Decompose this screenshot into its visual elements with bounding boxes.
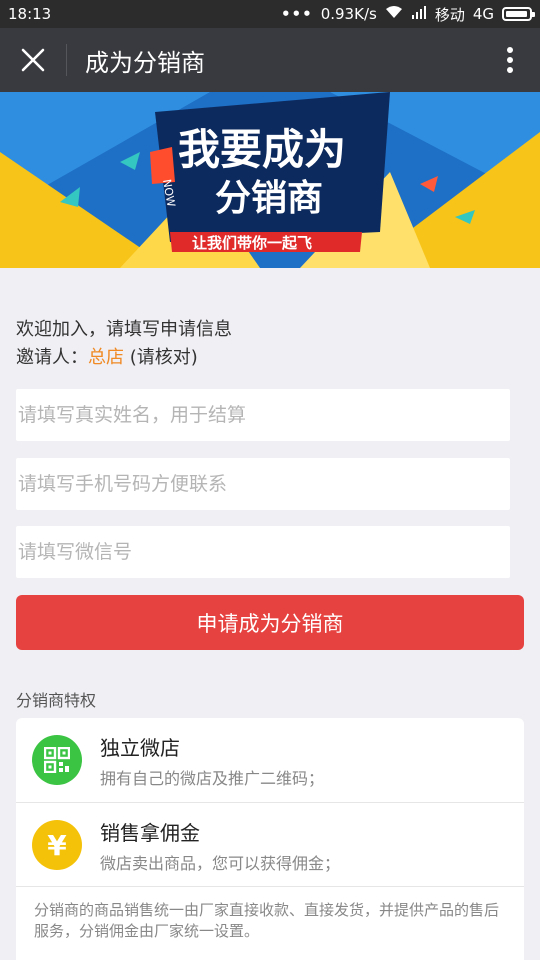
inviter-line: 邀请人：总店 (请核对) xyxy=(16,344,232,372)
qr-code-icon xyxy=(32,735,82,785)
wifi-icon xyxy=(385,5,403,23)
yen-icon: ¥ xyxy=(32,820,82,870)
inviter-name: 总店 xyxy=(88,347,124,368)
promo-banner: NOW 我要成为 分销商 让我们带你一起飞 xyxy=(0,92,540,268)
welcome-text: 欢迎加入，请填写申请信息 邀请人：总店 (请核对) xyxy=(16,316,232,372)
phone-field[interactable] xyxy=(16,458,510,510)
wechat-field[interactable] xyxy=(16,526,510,578)
name-field[interactable] xyxy=(16,389,510,441)
name-input[interactable] xyxy=(16,389,510,441)
page-title: 成为分销商 xyxy=(85,48,205,77)
close-icon xyxy=(21,48,45,72)
signal-icon xyxy=(411,5,427,23)
privilege-desc: 微店卖出商品，您可以获得佣金； xyxy=(100,853,341,873)
more-dots: ••• xyxy=(280,5,313,23)
banner-slogan: 让我们带你一起飞 xyxy=(192,234,312,252)
privileges-note: 分销商的商品销售统一由厂家直接收款、直接发货，并提供产品的售后服务，分销佣金由厂… xyxy=(34,901,500,940)
close-button[interactable] xyxy=(0,28,66,92)
privileges-title: 分销商特权 xyxy=(16,691,97,710)
more-vertical-icon xyxy=(507,47,513,73)
privilege-item-commission: ¥ 销售拿佣金 微店卖出商品，您可以获得佣金； xyxy=(16,803,524,887)
privilege-desc: 拥有自己的微店及推广二维码； xyxy=(100,768,325,788)
battery-icon xyxy=(502,7,535,21)
network-speed: 0.93K/s xyxy=(320,5,377,23)
banner-headline-2: 分销商 xyxy=(215,178,323,219)
privileges-card: 独立微店 拥有自己的微店及推广二维码； ¥ 销售拿佣金 微店卖出商品，您可以获得… xyxy=(16,718,524,960)
network-type: 4G xyxy=(472,5,494,23)
status-time: 18:13 xyxy=(8,5,52,23)
welcome-line: 欢迎加入，请填写申请信息 xyxy=(16,319,232,340)
wechat-input[interactable] xyxy=(16,526,510,578)
inviter-label: 邀请人： xyxy=(16,347,88,368)
apply-distributor-button[interactable]: 申请成为分销商 xyxy=(16,595,524,650)
privilege-title: 独立微店 xyxy=(100,735,180,760)
more-menu-button[interactable] xyxy=(480,28,540,92)
divider xyxy=(16,886,524,887)
nav-divider xyxy=(66,44,67,76)
privilege-title: 销售拿佣金 xyxy=(100,820,200,845)
banner-headline-1: 我要成为 xyxy=(178,125,346,174)
status-bar: 18:13 ••• 0.93K/s 移动 4G xyxy=(0,0,540,28)
inviter-note: (请核对) xyxy=(129,347,198,368)
nav-bar: 成为分销商 xyxy=(0,28,540,92)
phone-input[interactable] xyxy=(16,458,510,510)
carrier: 移动 xyxy=(434,5,465,24)
privilege-item-store: 独立微店 拥有自己的微店及推广二维码； xyxy=(16,718,524,802)
